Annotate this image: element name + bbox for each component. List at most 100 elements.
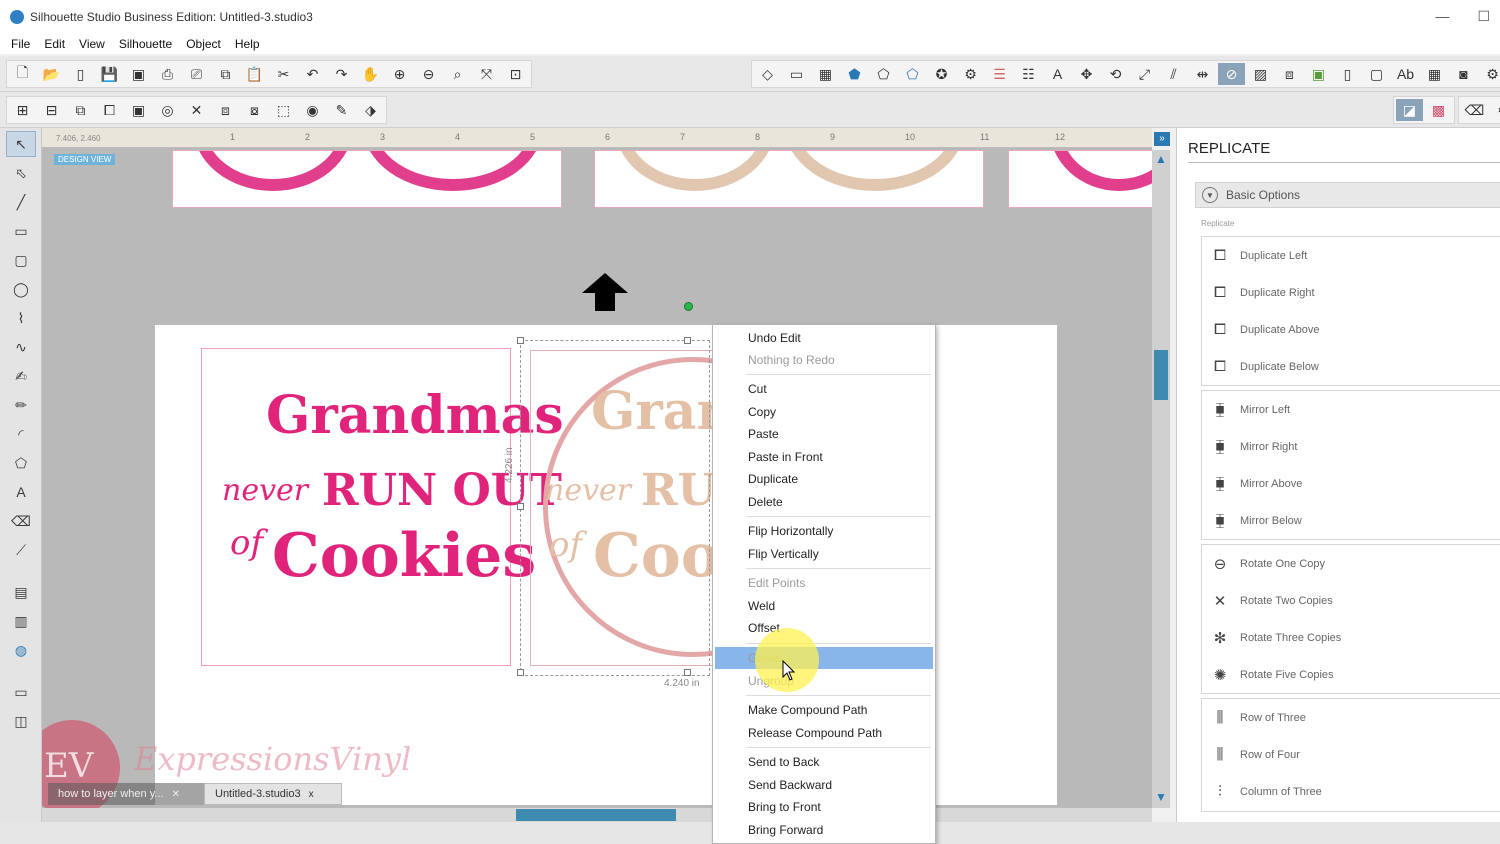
menu-copy[interactable]: Copy	[715, 401, 933, 423]
select-all-icon[interactable]: ⊞	[9, 99, 36, 121]
compound-path-icon[interactable]: ▣	[125, 99, 152, 121]
rotate-three-copies-button[interactable]: ✻ Rotate Three Copies	[1202, 619, 1500, 656]
copy-icon[interactable]: ⧉	[212, 63, 239, 85]
menu-view[interactable]: View	[72, 37, 112, 51]
zoom-out-icon[interactable]: ⊖	[415, 63, 442, 85]
rotate-two-copies-button[interactable]: ✕ Rotate Two Copies	[1202, 582, 1500, 619]
menu-bring-forward[interactable]: Bring Forward	[715, 819, 933, 841]
basic-options-header[interactable]: ▼ Basic Options	[1195, 182, 1500, 208]
offset-tool-icon[interactable]: ◉	[299, 99, 326, 121]
shear-icon[interactable]: ⫽	[1160, 63, 1187, 85]
menu-flip-horizontally[interactable]: Flip Horizontally	[715, 520, 933, 542]
selection-box[interactable]	[520, 340, 710, 676]
menu-flip-vertically[interactable]: Flip Vertically	[715, 543, 933, 565]
tab-how-to-layer[interactable]: how to layer when y... ✕	[48, 783, 204, 805]
menu-cut[interactable]: Cut	[715, 378, 933, 400]
undo-icon[interactable]: ↶	[299, 63, 326, 85]
arc-tool-icon[interactable]: ◜	[6, 421, 36, 447]
menu-paste-in-front[interactable]: Paste in Front	[715, 446, 933, 468]
menu-release-compound-path[interactable]: Release Compound Path	[715, 722, 933, 744]
knife-icon[interactable]: ✎	[328, 99, 355, 121]
duplicate-left-button[interactable]: ⧠ Duplicate Left	[1202, 237, 1500, 274]
duplicate-below-button[interactable]: ⧠ Duplicate Below	[1202, 348, 1500, 385]
save-library-icon[interactable]: ▣	[125, 63, 152, 85]
line-style-icon[interactable]: ⚙	[957, 63, 984, 85]
align-icon[interactable]: ☷	[1015, 63, 1042, 85]
menu-silhouette[interactable]: Silhouette	[112, 37, 179, 51]
cut-scissors-icon[interactable]: ✂	[270, 63, 297, 85]
open-folder-icon[interactable]: 📂	[38, 63, 65, 85]
delete-icon[interactable]: ✕	[183, 99, 210, 121]
transform-icon[interactable]: ✥	[1073, 63, 1100, 85]
modify-icon[interactable]: ⧈	[1276, 63, 1303, 85]
rotate-one-copy-button[interactable]: ⊖ Rotate One Copy	[1202, 545, 1500, 582]
duplicate-above-button[interactable]: ⧠ Duplicate Above	[1202, 311, 1500, 348]
library-panel-icon[interactable]: ▤	[6, 579, 36, 605]
layers-icon[interactable]: ▢	[1363, 63, 1390, 85]
page-setup-icon[interactable]: ▭	[783, 63, 810, 85]
zoom-select-icon[interactable]: ⌕	[444, 63, 471, 85]
mirror-right-button[interactable]: ⧯ Mirror Right	[1202, 428, 1500, 465]
menu-make-compound-path[interactable]: Make Compound Path	[715, 699, 933, 721]
menu-duplicate[interactable]: Duplicate	[715, 468, 933, 490]
sketch-icon[interactable]: ⬗	[357, 99, 384, 121]
save-icon[interactable]: 💾	[96, 63, 123, 85]
move-icon[interactable]: ⇹	[1189, 63, 1216, 85]
fill-gradient-icon[interactable]: ⬠	[870, 63, 897, 85]
knife-tool-icon[interactable]: ⟋	[6, 537, 36, 563]
pencil-tool-icon[interactable]: ✏	[6, 392, 36, 418]
panel-collapse-icon[interactable]: »	[1154, 132, 1170, 146]
nesting-icon[interactable]: ▨	[1247, 63, 1274, 85]
mirror-left-button[interactable]: ⧯ Mirror Left	[1202, 391, 1500, 428]
eraser-icon[interactable]: ⌫	[1461, 99, 1488, 121]
line-tool-icon[interactable]: ╱	[6, 189, 36, 215]
split-view-icon[interactable]: ◫	[6, 708, 36, 734]
column-of-three-button[interactable]: ⫶ Column of Three	[1202, 773, 1500, 810]
store-view-icon[interactable]: ▩	[1425, 99, 1452, 121]
send-panel-icon[interactable]: ◙	[1450, 63, 1477, 85]
offset-icon[interactable]: ▣	[1305, 63, 1332, 85]
menu-group[interactable]: Group	[715, 647, 933, 669]
vertical-scrollbar[interactable]: ▲ ▼	[1152, 150, 1170, 808]
print-cut-border-icon[interactable]: ▦	[1421, 63, 1448, 85]
grandmas-cookies-design[interactable]: Grandmas never RUN OUT of Cookies	[201, 348, 564, 666]
freehand-tool-icon[interactable]: ✍	[6, 363, 36, 389]
text-style-icon[interactable]: A	[1044, 63, 1071, 85]
resize-handle[interactable]	[517, 503, 524, 510]
zoom-in-icon[interactable]: ⊕	[386, 63, 413, 85]
ellipse-tool-icon[interactable]: ◯	[6, 276, 36, 302]
menu-undo-edit[interactable]: Undo Edit	[715, 327, 933, 349]
scroll-down-icon[interactable]: ▼	[1154, 790, 1168, 804]
rectangle-tool-icon[interactable]: ▭	[6, 218, 36, 244]
minimize-button[interactable]: —	[1435, 8, 1449, 25]
print-cut-icon[interactable]: ⎚	[183, 63, 210, 85]
text-tool-icon[interactable]: A	[6, 479, 36, 505]
menu-delete[interactable]: Delete	[715, 491, 933, 513]
maximize-button[interactable]: ☐	[1477, 8, 1490, 25]
menu-paste[interactable]: Paste	[715, 423, 933, 445]
tab-untitled-3[interactable]: Untitled-3.studio3 x	[204, 783, 342, 805]
deselect-icon[interactable]: ⊟	[38, 99, 65, 121]
rotate-handle[interactable]	[684, 302, 693, 311]
replicate-icon[interactable]: ⊘	[1218, 63, 1245, 85]
fit-page-icon[interactable]: ⊡	[502, 63, 529, 85]
bring-front-icon[interactable]: ⧈	[212, 99, 239, 121]
curve-tool-icon[interactable]: ∿	[6, 334, 36, 360]
mirror-above-button[interactable]: ⧯ Mirror Above	[1202, 465, 1500, 502]
resize-handle[interactable]	[517, 337, 524, 344]
grid-icon[interactable]: ▦	[812, 63, 839, 85]
vertical-scroll-thumb[interactable]	[1154, 350, 1168, 400]
line-color-icon[interactable]: ✪	[928, 63, 955, 85]
cut-settings-icon[interactable]: ⚙	[1490, 99, 1500, 121]
ungroup-icon[interactable]: ⧠	[96, 99, 123, 121]
menu-file[interactable]: File	[4, 37, 37, 51]
print-icon[interactable]: ⎙	[154, 63, 181, 85]
shape-edit-icon[interactable]: ◇	[754, 63, 781, 85]
library-icon[interactable]: ▯	[67, 63, 94, 85]
trace-icon[interactable]: ▯	[1334, 63, 1361, 85]
open-shape-icon[interactable]: ⬚	[270, 99, 297, 121]
fill-color-icon[interactable]: ⬟	[841, 63, 868, 85]
resize-handle[interactable]	[684, 337, 691, 344]
design-canvas[interactable]: 7.406, 2.460 1 2 3 4 5 6 7 8 9 10 11 12 …	[42, 128, 1152, 808]
fill-pattern-icon[interactable]: ⬠	[899, 63, 926, 85]
